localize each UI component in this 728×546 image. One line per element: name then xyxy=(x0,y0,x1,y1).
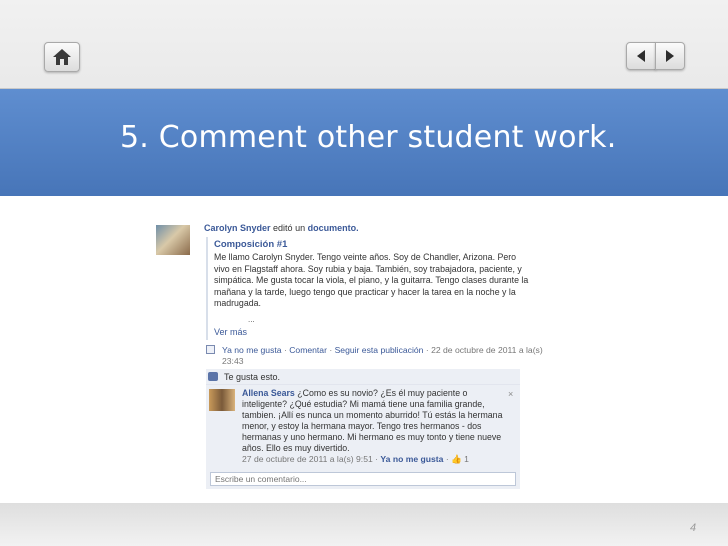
comment-body: Allena Sears ¿Como es su novio? ¿Es él m… xyxy=(242,388,504,454)
comment-meta: 27 de octubre de 2011 a la(s) 9:51 · Ya … xyxy=(242,454,517,465)
unlike-link[interactable]: Ya no me gusta xyxy=(222,345,282,355)
see-more-link[interactable]: Ver más xyxy=(214,327,247,337)
likes-text: Te gusta esto. xyxy=(224,372,281,382)
comment-unlike-link[interactable]: Ya no me gusta xyxy=(380,454,443,464)
footer-band xyxy=(0,503,728,546)
document-ellipsis: ... xyxy=(248,315,255,324)
close-icon[interactable]: × xyxy=(508,389,513,399)
post-header: Carolyn Snyder editó un documento. xyxy=(204,223,359,233)
comment-like-count: · 👍 1 xyxy=(445,454,469,464)
document-icon xyxy=(206,345,215,354)
facebook-post-screenshot: Carolyn Snyder editó un documento. Compo… xyxy=(146,217,578,490)
slide-title: 5. Comment other student work. xyxy=(120,120,617,155)
comment-input[interactable] xyxy=(210,472,516,486)
home-button[interactable] xyxy=(44,42,80,72)
post-actions: Ya no me gusta · Comentar · Seguir esta … xyxy=(222,345,543,366)
author-avatar xyxy=(156,225,190,255)
next-slide-button[interactable] xyxy=(655,42,685,70)
post-action: editó un xyxy=(273,223,306,233)
page-number: 4 xyxy=(690,522,697,534)
header-band xyxy=(0,0,728,95)
arrow-right-icon xyxy=(666,50,674,62)
home-icon xyxy=(53,49,71,65)
previous-slide-button[interactable] xyxy=(626,42,656,70)
comment-timestamp: 27 de octubre de 2011 a la(s) 9:51 · xyxy=(242,454,378,464)
document-title-link[interactable]: Composición #1 xyxy=(214,239,287,250)
document-body: Me llamo Carolyn Snyder. Tengo veinte añ… xyxy=(214,252,529,309)
arrow-left-icon xyxy=(637,50,645,62)
thumbs-up-icon xyxy=(208,372,218,381)
post-object-link[interactable]: documento. xyxy=(308,223,359,233)
post-author-link[interactable]: Carolyn Snyder xyxy=(204,223,271,233)
comment-link[interactable]: Comentar xyxy=(289,345,327,355)
commenter-avatar xyxy=(209,389,235,411)
commenter-name-link[interactable]: Allena Sears xyxy=(242,388,295,398)
follow-post-link[interactable]: Seguir esta publicación xyxy=(335,345,424,355)
